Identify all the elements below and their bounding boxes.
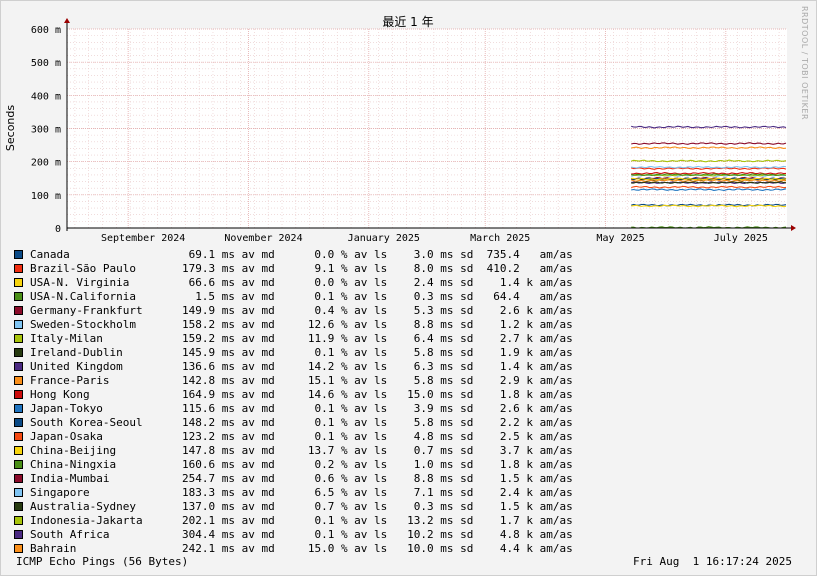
- legend-series-name: Ireland-Dublin: [30, 346, 123, 359]
- legend-swatch: [14, 418, 23, 427]
- legend-swatch: [14, 292, 23, 301]
- legend-series-stats: 254.7 ms av md 0.6 % av ls 8.8 ms sd 1.5…: [182, 472, 573, 485]
- legend-series-stats: 179.3 ms av md 9.1 % av ls 8.0 ms sd 410…: [182, 262, 573, 275]
- legend-series-stats: 115.6 ms av md 0.1 % av ls 3.9 ms sd 2.6…: [182, 402, 573, 415]
- legend-swatch: [14, 362, 23, 371]
- legend-series-stats: 69.1 ms av md 0.0 % av ls 3.0 ms sd 735.…: [188, 248, 573, 261]
- legend-series-name: China-Ningxia: [30, 458, 117, 471]
- legend-series-stats: 242.1 ms av md 15.0 % av ls 10.0 ms sd 4…: [182, 542, 573, 555]
- footer-title: ICMP Echo Pings (56 Bytes): [16, 555, 189, 568]
- legend-swatch: [14, 516, 23, 525]
- legend-series-stats: 1.5 ms av md 0.1 % av ls 0.3 ms sd 64.4 …: [195, 290, 573, 303]
- legend-swatch: [14, 530, 23, 539]
- legend-series-stats: 164.9 ms av md 14.6 % av ls 15.0 ms sd 1…: [182, 388, 573, 401]
- legend-series-stats: 202.1 ms av md 0.1 % av ls 13.2 ms sd 1.…: [182, 514, 573, 527]
- legend-series-name: India-Mumbai: [30, 472, 110, 485]
- legend-series-stats: 159.2 ms av md 11.9 % av ls 6.4 ms sd 2.…: [182, 332, 573, 345]
- x-tick-label: March 2025: [470, 233, 530, 244]
- legend-series-name: Sweden-Stockholm: [30, 318, 136, 331]
- legend-series-stats: 158.2 ms av md 12.6 % av ls 8.8 ms sd 1.…: [182, 318, 573, 331]
- x-axis-arrow: [791, 225, 796, 231]
- y-axis-arrow: [64, 18, 70, 23]
- legend-series-name: Australia-Sydney: [30, 500, 136, 513]
- legend-series-name: South Africa: [30, 528, 110, 541]
- legend-series-name: Italy-Milan: [30, 332, 103, 345]
- legend-series-name: Germany-Frankfurt: [30, 304, 143, 317]
- x-tick-label: September 2024: [101, 233, 185, 244]
- legend-series-name: United Kingdom: [30, 360, 123, 373]
- legend-series-stats: 147.8 ms av md 13.7 % av ls 0.7 ms sd 3.…: [182, 444, 573, 457]
- legend-swatch: [14, 250, 23, 259]
- legend-series-stats: 304.4 ms av md 0.1 % av ls 10.2 ms sd 4.…: [182, 528, 573, 541]
- legend-swatch: [14, 432, 23, 441]
- legend-swatch: [14, 390, 23, 399]
- rrdtool-watermark: RRDTOOL / TOBI OETIKER: [800, 6, 809, 121]
- legend-series-name: France-Paris: [30, 374, 110, 387]
- legend-swatch: [14, 278, 23, 287]
- y-tick-label: 200 m: [31, 158, 61, 169]
- legend-series-stats: 66.6 ms av md 0.0 % av ls 2.4 ms sd 1.4 …: [188, 276, 573, 289]
- legend-swatch: [14, 446, 23, 455]
- grid: [67, 28, 787, 229]
- legend-series-name: USA-N.California: [30, 290, 136, 303]
- y-tick-label: 600 m: [31, 25, 61, 36]
- y-tick-label: 500 m: [31, 58, 61, 69]
- x-tick-label: July 2025: [714, 233, 768, 244]
- legend-series-name: Japan-Tokyo: [30, 402, 103, 415]
- x-tick-label: May 2025: [596, 233, 644, 244]
- legend-swatch: [14, 544, 23, 553]
- legend-series-name: Indonesia-Jakarta: [30, 514, 143, 527]
- legend-series-name: USA-N. Virginia: [30, 276, 130, 289]
- legend-series-stats: 142.8 ms av md 15.1 % av ls 5.8 ms sd 2.…: [182, 374, 573, 387]
- y-axis-ticks: 0 100 m 200 m 300 m 400 m 500 m 600 m: [31, 25, 61, 235]
- legend-swatch: [14, 488, 23, 497]
- legend-series-stats: 149.9 ms av md 0.4 % av ls 5.3 ms sd 2.6…: [182, 304, 573, 317]
- legend-series-name: China-Beijing: [30, 444, 117, 457]
- legend-series-name: Canada: [30, 248, 70, 261]
- legend-series-stats: 148.2 ms av md 0.1 % av ls 5.8 ms sd 2.2…: [182, 416, 573, 429]
- y-tick-label: 300 m: [31, 125, 61, 136]
- legend-series-name: Bahrain: [30, 542, 77, 555]
- legend-swatch: [14, 334, 23, 343]
- chart-svg: 最近 1 年 Seconds 0 100 m 200 m 300 m 400 m 500 …: [4, 15, 796, 244]
- legend-series-stats: 183.3 ms av md 6.5 % av ls 7.1 ms sd 2.4…: [182, 486, 573, 499]
- legend-series-stats: 123.2 ms av md 0.1 % av ls 4.8 ms sd 2.5…: [182, 430, 573, 443]
- legend-swatch: [14, 502, 23, 511]
- legend-swatch: [14, 264, 23, 273]
- legend-swatch: [14, 320, 23, 329]
- legend-series-name: Brazil-São Paulo: [30, 262, 136, 275]
- footer-timestamp: Fri Aug 1 16:17:24 2025: [633, 555, 792, 568]
- legend-series-name: Japan-Osaka: [30, 430, 103, 443]
- y-tick-label: 100 m: [31, 191, 61, 202]
- y-tick-label: 0: [55, 224, 61, 235]
- legend-series-name: Singapore: [30, 486, 90, 499]
- x-axis-ticks: September 2024 November 2024 January 2025 M…: [101, 233, 768, 244]
- legend-series-name: Hong Kong: [30, 388, 90, 401]
- legend-swatch: [14, 348, 23, 357]
- legend-swatch: [14, 460, 23, 469]
- legend-series-stats: 145.9 ms av md 0.1 % av ls 5.8 ms sd 1.9…: [182, 346, 573, 359]
- legend-series-stats: 160.6 ms av md 0.2 % av ls 1.0 ms sd 1.8…: [182, 458, 573, 471]
- legend-swatch: [14, 306, 23, 315]
- legend-series-stats: 137.0 ms av md 0.7 % av ls 0.3 ms sd 1.5…: [182, 500, 573, 513]
- chart-title: 最近 1 年: [382, 15, 433, 29]
- x-tick-label: January 2025: [348, 233, 420, 244]
- legend-swatch: [14, 376, 23, 385]
- y-axis-label: Seconds: [4, 105, 17, 151]
- legend-series-stats: 136.6 ms av md 14.2 % av ls 6.3 ms sd 1.…: [182, 360, 573, 373]
- legend-swatch: [14, 474, 23, 483]
- x-tick-label: November 2024: [224, 233, 302, 244]
- legend-series-name: South Korea-Seoul: [30, 416, 143, 429]
- legend-swatch: [14, 404, 23, 413]
- y-tick-label: 400 m: [31, 91, 61, 102]
